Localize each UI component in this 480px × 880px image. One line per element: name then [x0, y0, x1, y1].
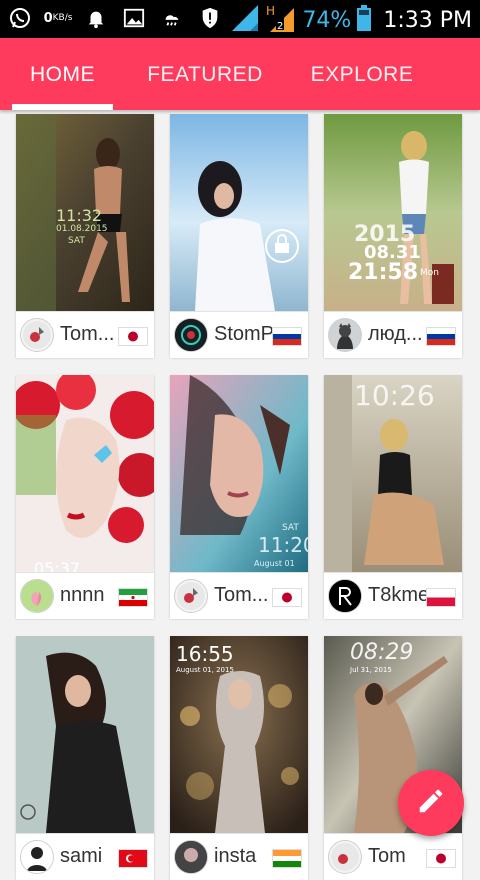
- net-speed-unit: KB/s: [52, 12, 73, 23]
- wallpaper-thumbnail[interactable]: 11:32 01.08.2015 SAT: [16, 114, 154, 311]
- weather-icon: [160, 6, 184, 30]
- turkey-flag-icon: [118, 849, 148, 868]
- wallpaper-card[interactable]: StomP: [170, 114, 308, 358]
- lock-time: 11:32: [56, 206, 103, 225]
- h-network-icon: H2: [266, 4, 296, 37]
- wallpaper-card[interactable]: 10:26 T8kme: [324, 375, 462, 619]
- wallpaper-card[interactable]: 05:37 nnnn: [16, 375, 154, 619]
- tab-featured[interactable]: FEATURED: [140, 38, 270, 110]
- avatar[interactable]: [20, 579, 54, 613]
- card-author-bar[interactable]: люд...: [324, 311, 462, 358]
- create-wallpaper-button[interactable]: [398, 770, 464, 836]
- pencil-icon: [416, 786, 446, 821]
- lock-day: SAT: [68, 236, 85, 246]
- signal-icon: [232, 5, 260, 36]
- tab-bar: HOME FEATURED EXPLORE: [0, 38, 480, 110]
- card-author-bar[interactable]: Tom...: [170, 572, 308, 619]
- wallpaper-card[interactable]: sami: [16, 636, 154, 880]
- wallpaper-card[interactable]: 2015 08.31 21:58 Mon люд...: [324, 114, 462, 358]
- tab-explore[interactable]: EXPLORE: [300, 38, 424, 110]
- avatar[interactable]: [328, 579, 362, 613]
- card-author-bar[interactable]: Tom...: [16, 311, 154, 358]
- wallpaper-card[interactable]: 16:55 August 01, 2015 insta: [170, 636, 308, 880]
- active-tab-indicator: [12, 104, 113, 110]
- svg-text:H: H: [266, 4, 275, 18]
- battery-percent: 74%: [302, 8, 352, 33]
- wallpaper-thumbnail[interactable]: 10:26: [324, 375, 462, 572]
- wallpaper-thumbnail[interactable]: 16:55 August 01, 2015: [170, 636, 308, 833]
- card-author-bar[interactable]: sami: [16, 833, 154, 880]
- japan-flag-icon: [426, 849, 456, 868]
- net-speed-value: 0: [43, 10, 53, 26]
- card-author-bar[interactable]: T8kme: [324, 572, 462, 619]
- wallpaper-card[interactable]: SAT 11:20 August 01 Tom...: [170, 375, 308, 619]
- username: nnnn: [60, 584, 105, 606]
- wallpaper-thumbnail[interactable]: SAT 11:20 August 01: [170, 375, 308, 572]
- shield-icon: [198, 6, 222, 30]
- card-author-bar[interactable]: Tom: [324, 833, 462, 880]
- lock-time: 21:58: [348, 260, 419, 285]
- svg-text:2: 2: [277, 21, 283, 32]
- lock-time: 11:20: [258, 533, 308, 557]
- lock-date: August 01, 2015: [176, 666, 234, 674]
- avatar[interactable]: [174, 840, 208, 874]
- clock: 1:33 PM: [383, 8, 472, 33]
- card-author-bar[interactable]: StomP: [170, 311, 308, 358]
- username: StomP: [214, 323, 275, 345]
- wallpaper-thumbnail[interactable]: [170, 114, 308, 311]
- japan-flag-icon: [272, 588, 302, 607]
- tab-home[interactable]: HOME: [12, 38, 113, 110]
- russia-flag-icon: [272, 327, 302, 346]
- lock-date: 01.08.2015: [56, 224, 108, 234]
- image-icon: [122, 6, 146, 30]
- username: Tom...: [214, 584, 269, 606]
- avatar[interactable]: [20, 318, 54, 352]
- avatar[interactable]: [174, 318, 208, 352]
- lock-day: Mon: [420, 268, 439, 278]
- username: T8kme: [368, 584, 430, 606]
- avatar[interactable]: [20, 840, 54, 874]
- username: Tom...: [60, 323, 115, 345]
- avatar[interactable]: [328, 840, 362, 874]
- lock-time: 16:55: [176, 642, 234, 666]
- avatar[interactable]: [328, 318, 362, 352]
- japan-flag-icon: [118, 327, 148, 346]
- battery-icon: [357, 5, 372, 36]
- status-bar: 0 KB/s H2 74% 1:33 PM: [0, 0, 480, 38]
- card-author-bar[interactable]: nnnn: [16, 572, 154, 619]
- lock-day: SAT: [282, 523, 299, 533]
- username: sami: [60, 845, 103, 867]
- lock-time: 10:26: [354, 379, 435, 412]
- wallpaper-thumbnail[interactable]: 2015 08.31 21:58 Mon: [324, 114, 462, 311]
- wallpaper-thumbnail[interactable]: [16, 636, 154, 833]
- lock-date: Jul 31, 2015: [350, 666, 392, 674]
- net-speed-icon: 0 KB/s: [43, 6, 73, 30]
- lock-date: August 01: [254, 559, 295, 568]
- russia-flag-icon: [426, 327, 456, 346]
- wallpaper-card[interactable]: 08:29 Jul 31, 2015 Tom: [324, 636, 462, 880]
- lock-time: 05:37: [34, 559, 81, 572]
- username: insta: [214, 845, 257, 867]
- wallpaper-card[interactable]: 11:32 01.08.2015 SAT Tom...: [16, 114, 154, 358]
- card-author-bar[interactable]: insta: [170, 833, 308, 880]
- username: люд...: [368, 323, 423, 345]
- india-flag-icon: [272, 849, 302, 868]
- wallpaper-thumbnail[interactable]: 05:37: [16, 375, 154, 572]
- notification-bell-icon: [84, 6, 108, 30]
- username: Tom: [368, 845, 406, 867]
- iran-flag-icon: [118, 588, 148, 607]
- lock-time: 08:29: [350, 640, 414, 665]
- avatar[interactable]: [174, 579, 208, 613]
- whatsapp-icon: [8, 6, 32, 30]
- poland-flag-icon: [426, 588, 456, 607]
